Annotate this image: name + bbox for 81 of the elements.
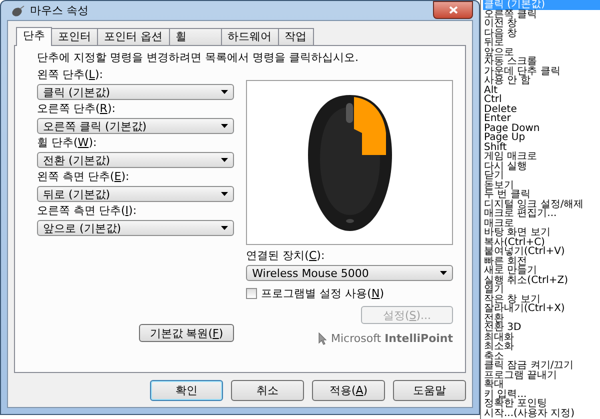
list-item[interactable]: Page Down xyxy=(483,124,600,133)
list-item[interactable]: 자동 스크롤 xyxy=(483,57,600,66)
close-button[interactable] xyxy=(433,1,473,19)
list-item[interactable]: 프로그램 끝내기 xyxy=(483,370,600,380)
list-item[interactable]: 앞으로 xyxy=(483,48,600,57)
caret-icon xyxy=(221,124,228,128)
list-item[interactable]: Enter xyxy=(483,114,600,124)
dropdown[interactable]: 전환 (기본값) xyxy=(37,152,234,168)
field-label: 연결된 장치(C): xyxy=(246,248,326,264)
list-item[interactable]: 가운데 단추 클릭 xyxy=(483,66,600,76)
caret-icon xyxy=(440,271,447,275)
list-item[interactable]: 시작...(사용자 지정) xyxy=(483,408,600,418)
caret-icon xyxy=(221,158,228,162)
tab[interactable]: 휠 xyxy=(168,28,222,45)
list-item[interactable]: 다음 창 xyxy=(483,28,600,38)
list-item[interactable]: 닫기 xyxy=(483,171,600,180)
list-item[interactable]: 최소화 xyxy=(483,342,600,352)
list-item[interactable]: 매크로 편집기... xyxy=(483,209,600,218)
list-item[interactable]: Shift xyxy=(483,142,600,152)
list-item[interactable]: 열기 xyxy=(483,285,600,294)
dialog-button[interactable]: 도움말 xyxy=(393,380,466,401)
list-item[interactable]: 붙여넣기(Ctrl+V) xyxy=(483,247,600,256)
list-item[interactable]: 클릭 잠금 켜기/끄기 xyxy=(483,361,600,370)
list-item[interactable]: 잘라내기(Ctrl+X) xyxy=(483,304,600,314)
tab[interactable]: 단추 xyxy=(16,27,52,46)
list-item[interactable]: 돋보기 xyxy=(483,180,600,190)
list-item[interactable]: 정확한 포인팅 xyxy=(483,399,600,408)
dialog-button[interactable]: 취소 xyxy=(231,380,304,401)
restore-defaults-button[interactable]: 기본값 복원(F) xyxy=(138,324,234,342)
list-item[interactable]: 오른쪽 클릭 xyxy=(483,10,600,19)
list-item[interactable]: 이전 창 xyxy=(483,19,600,28)
cursor-icon xyxy=(318,332,327,345)
dialog-button[interactable]: 적용(A) xyxy=(312,380,385,401)
instruction-text: 단추에 지정할 명령을 변경하려면 목록에서 명령을 클릭하십시오. xyxy=(37,50,360,66)
list-item[interactable]: Delete xyxy=(483,104,600,114)
window-title: 마우스 속성 xyxy=(30,3,88,18)
field-label: 오른쪽 측면 단추(I): xyxy=(37,203,138,219)
list-item[interactable]: 작은 창 보기 xyxy=(483,294,600,304)
list-item[interactable]: 최대화 xyxy=(483,332,600,342)
dropdown[interactable]: 클릭 (기본값) xyxy=(37,84,234,100)
list-item[interactable]: 축소 xyxy=(483,352,600,361)
list-item[interactable]: 빠른 회전 xyxy=(483,256,600,266)
list-item[interactable]: 게임 매크로 xyxy=(483,152,600,162)
list-item[interactable]: 두 번 클릭 xyxy=(483,190,600,200)
list-item[interactable]: 바탕 화면 보기 xyxy=(483,228,600,238)
caret-icon xyxy=(221,90,228,94)
device-dropdown[interactable]: Wireless Mouse 5000 xyxy=(246,265,453,281)
list-item[interactable]: 뒤로 xyxy=(483,38,600,48)
field-label: 휠 단추(W): xyxy=(37,135,98,151)
dropdown[interactable]: 오른쪽 클릭 (기본값) xyxy=(37,118,234,134)
list-item[interactable]: 다시 실행 xyxy=(483,162,600,171)
list-item[interactable]: 전환 3D xyxy=(483,323,600,332)
list-item[interactable]: 실행 취소(Ctrl+Z) xyxy=(483,276,600,285)
list-item[interactable]: Alt xyxy=(483,86,600,95)
mouse-icon xyxy=(11,4,25,16)
list-item[interactable]: Page Up xyxy=(483,133,600,142)
list-item[interactable]: Ctrl xyxy=(483,95,600,104)
dialog-button[interactable]: 확인 xyxy=(150,380,223,401)
list-item[interactable]: 새로 만들기 xyxy=(483,266,600,276)
close-icon xyxy=(448,6,458,14)
list-item[interactable]: 매크로 xyxy=(483,218,600,228)
list-item[interactable]: 디지털 잉크 설정/해제 xyxy=(483,200,600,209)
field-label: 왼쪽 단추(L): xyxy=(37,67,104,83)
field-label: 왼쪽 측면 단추(E): xyxy=(37,169,130,185)
tab[interactable]: 작업 xyxy=(278,28,314,45)
tab[interactable]: 포인터 xyxy=(51,28,98,45)
checkbox-label: 프로그램별 설정 사용(N) xyxy=(261,286,384,301)
tab[interactable]: 하드웨어 xyxy=(220,28,278,45)
caret-icon xyxy=(221,226,228,230)
dropdown[interactable]: 뒤로 (기본값) xyxy=(37,186,234,202)
list-item[interactable]: 사용 안 함 xyxy=(483,76,600,86)
brand-text: Microsoft IntelliPoint xyxy=(331,332,453,345)
list-item[interactable]: 전환 xyxy=(483,314,600,323)
tab[interactable]: 포인터 옵션 xyxy=(97,28,170,45)
list-item[interactable]: 키 입력... xyxy=(483,390,600,399)
dropdown[interactable]: 앞으로 (기본값) xyxy=(37,220,234,236)
list-item[interactable]: 복사(Ctrl+C) xyxy=(483,238,600,247)
checkbox[interactable] xyxy=(246,288,258,299)
caret-icon xyxy=(221,192,228,196)
list-item[interactable]: 확대 xyxy=(483,380,600,390)
field-label: 오른쪽 단추(R): xyxy=(37,101,116,117)
